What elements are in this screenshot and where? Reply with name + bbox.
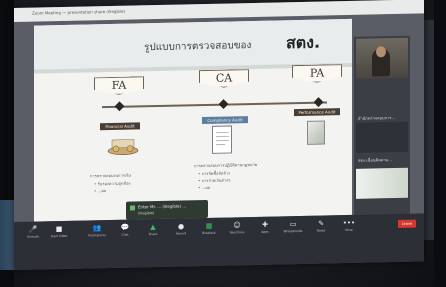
- timeline-line: [102, 101, 327, 109]
- notification-subtitle: (illegible): [138, 211, 155, 216]
- timeline-marker-pa: [313, 97, 324, 108]
- whiteboard-icon: ▭: [289, 220, 297, 229]
- fa-bullet: • ...ผล: [94, 188, 107, 194]
- ca-bullet: การตรวจสอบการปฏิบัติตามกฎหมาย: [194, 161, 258, 169]
- dark-wall-right: [434, 0, 446, 287]
- join-notification[interactable]: Enter Mr. ... (illegible) ... (illegible…: [126, 199, 208, 220]
- chat-icon: 💬: [120, 223, 130, 232]
- participants-button[interactable]: 👥 Participants: [86, 224, 108, 237]
- side-item[interactable]: สำนักตรวจสอบการ...: [358, 114, 395, 122]
- notes-button[interactable]: ✎ Notes: [310, 219, 332, 233]
- fa-tag: Financial Audit: [100, 122, 140, 131]
- apps-button[interactable]: ✚ Apps: [254, 221, 276, 234]
- shared-slide: รูปแบบการตรวจสอบของ สตง. FA CA PA Financ…: [34, 18, 352, 222]
- chat-button[interactable]: 💬 Chat: [114, 223, 136, 237]
- leave-button[interactable]: Leave: [398, 219, 416, 228]
- fa-bullet: การตรวจสอบงบการเงิน: [90, 172, 131, 179]
- microphone-icon: 🎤: [28, 225, 38, 234]
- ca-bullet: • การจ่ายเงินต่างๆ: [198, 177, 231, 184]
- status-icon: [130, 205, 135, 211]
- participant-gallery[interactable]: สำนักตรวจสอบการ... สตง.เขื่อนติดตาม...: [354, 35, 410, 215]
- notes-icon: ✎: [318, 219, 324, 228]
- apps-icon: ✚: [262, 220, 268, 229]
- more-button[interactable]: ••• More: [338, 219, 360, 232]
- share-screen-button[interactable]: ▲ Share: [142, 223, 164, 236]
- video-button[interactable]: ■ Start Video: [48, 225, 70, 238]
- side-thumbnail: [356, 121, 408, 153]
- slide-title: รูปแบบการตรวจสอบของ: [144, 40, 252, 54]
- reactions-button[interactable]: ☺ Reactions: [226, 221, 248, 234]
- whiteboards-button[interactable]: ▭ Whiteboards: [282, 220, 304, 233]
- report-book-icon: [307, 120, 325, 145]
- participant-video[interactable]: [356, 37, 408, 79]
- mute-button[interactable]: 🎤 Unmute: [22, 225, 44, 239]
- participants-icon: 👥: [92, 224, 102, 233]
- reaction-icon: ☺: [233, 221, 241, 230]
- timeline-marker-ca: [218, 99, 229, 110]
- breakout-icon: ▦: [205, 221, 213, 230]
- ca-tag: Compliance Audit: [202, 116, 248, 125]
- record-button[interactable]: ● Record: [170, 222, 192, 235]
- timeline-marker-fa: [114, 101, 125, 112]
- side-thumbnail: [356, 167, 408, 199]
- pa-box: PA: [292, 64, 342, 83]
- more-icon: •••: [342, 218, 356, 228]
- fa-bullet: • รับรองความถูกต้อง: [94, 180, 131, 187]
- fa-box: FA: [94, 76, 144, 95]
- document-icon: [212, 125, 232, 154]
- money-icon: [107, 139, 139, 156]
- slide-title-emphasis: สตง.: [286, 32, 321, 53]
- ca-box: CA: [199, 69, 249, 88]
- meeting-controls: 🎤 Unmute ■ Start Video 👥 Participants 💬 …: [14, 213, 424, 270]
- record-icon: ●: [177, 222, 185, 231]
- projected-screen: Zoom Meeting — presentation share (illeg…: [14, 0, 424, 271]
- camera-icon: ■: [55, 224, 63, 234]
- ca-bullet: • ...ผล: [198, 184, 211, 191]
- breakout-button[interactable]: ▦ Breakout: [198, 222, 220, 235]
- side-item[interactable]: สตง.เขื่อนติดตาม...: [358, 156, 392, 164]
- share-icon: ▲: [150, 223, 156, 232]
- notification-title: Enter Mr. ... (illegible) ...: [138, 203, 187, 210]
- window-title: Zoom Meeting — presentation share (illeg…: [32, 8, 126, 16]
- pa-tag: Performance Audit: [294, 108, 340, 117]
